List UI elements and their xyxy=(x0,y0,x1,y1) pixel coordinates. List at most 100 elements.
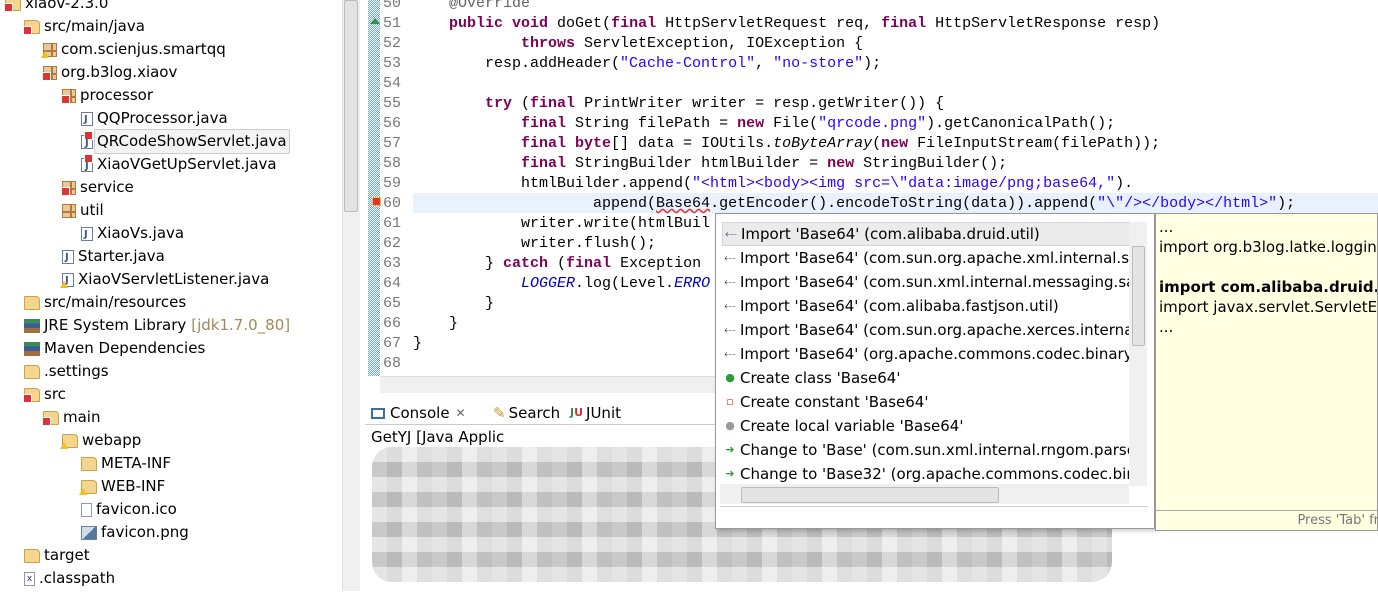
close-icon[interactable]: ✕ xyxy=(456,402,466,424)
code-line[interactable]: htmlBuilder.append("<html><body><img src… xyxy=(413,174,1133,194)
quick-fix-item[interactable]: ● Create local variable 'Base64' xyxy=(722,414,1132,438)
tree-item[interactable]: XiaoVGetUpServlet.java xyxy=(81,153,277,176)
code-line[interactable]: @Override xyxy=(413,0,530,14)
tree-item-label: favicon.ico xyxy=(96,500,177,518)
tree-item[interactable]: main xyxy=(42,406,100,429)
tree-item[interactable]: WEB-INF xyxy=(79,475,165,498)
quick-fix-label: Import 'Base64' (com.sun.org.apache.xml.… xyxy=(740,249,1132,267)
tree-item[interactable]: org.b3log.xiaov xyxy=(42,61,177,84)
create-constant-icon: ▫ xyxy=(726,395,734,408)
code-line[interactable]: } catch (final Exception xyxy=(413,254,701,274)
code-token: @Override xyxy=(413,0,531,12)
tree-item[interactable]: XiaoVServletListener.java xyxy=(60,268,269,292)
code-token: Exception xyxy=(611,255,702,272)
code-line[interactable]: try (final PrintWriter writer = resp.get… xyxy=(413,94,944,114)
tab-junit[interactable]: JU JUnit xyxy=(570,402,621,424)
line-number: 63 xyxy=(383,255,402,272)
java-file-icon xyxy=(81,108,93,131)
tree-item[interactable]: META-INF xyxy=(81,452,171,475)
tree-item-label: src/main/resources xyxy=(44,293,187,311)
tab-search[interactable]: ✎ Search xyxy=(493,402,560,424)
quick-fix-label: Import 'Base64' (com.alibaba.fastjson.ut… xyxy=(740,297,1059,315)
line-number: 51 xyxy=(383,15,402,32)
code-token: "Cache-Control" xyxy=(620,55,756,72)
tree-item[interactable]: QQProcessor.java xyxy=(81,107,228,131)
tree-item[interactable]: JRE System Library [jdk1.7.0_80] xyxy=(24,314,290,337)
folder-icon xyxy=(24,364,40,379)
tree-item[interactable]: favicon.ico xyxy=(81,498,177,521)
tree-item[interactable]: service xyxy=(61,176,134,199)
code-token: throws xyxy=(521,35,576,52)
line-number: 54 xyxy=(383,75,402,92)
import-icon: ⤎ xyxy=(724,299,736,312)
error-quickfix-icon[interactable] xyxy=(372,197,381,206)
project-icon xyxy=(4,0,21,12)
code-token: File( xyxy=(764,115,819,132)
popup-horizontal-thumb[interactable] xyxy=(741,487,999,503)
code-line[interactable]: LOGGER.log(Level.ERRO xyxy=(413,274,710,294)
tree-item[interactable]: XiaoVs.java xyxy=(81,222,184,246)
code-line[interactable]: append(Base64.getEncoder().encodeToStrin… xyxy=(413,194,1295,214)
code-line[interactable]: writer.flush(); xyxy=(413,234,656,254)
tree-item-label: src xyxy=(44,385,66,403)
code-token: final xyxy=(530,95,576,112)
tab-console[interactable]: Console ✕ xyxy=(371,402,466,424)
tree-item[interactable]: x .classpath xyxy=(24,567,115,590)
change-icon: ➜ xyxy=(725,467,735,480)
package-icon xyxy=(41,42,57,58)
quick-fix-item[interactable]: ⤎ Import 'Base64' (com.alibaba.fastjson.u… xyxy=(722,294,1132,318)
quick-fix-item[interactable]: ⤎ Import 'Base64' (com.sun.org.apache.xml… xyxy=(722,246,1132,270)
code-line[interactable]: public void doGet(final HttpServletReque… xyxy=(413,14,1160,34)
tree-item[interactable]: util xyxy=(62,199,104,222)
popup-scrollbar-thumb[interactable] xyxy=(1132,246,1145,346)
image-file-icon xyxy=(81,525,97,540)
tree-item[interactable]: src/main/java xyxy=(23,15,145,38)
quick-fix-item[interactable]: ⤎ Import 'Base64' (com.sun.org.apache.xer… xyxy=(722,318,1132,342)
code-token: "qrcode.png" xyxy=(818,115,927,132)
tree-item[interactable]: .settings xyxy=(24,360,109,383)
tree-item[interactable]: favicon.png xyxy=(81,521,189,544)
popup-status-bar xyxy=(720,506,1148,526)
quick-fix-item[interactable]: ● Create class 'Base64' xyxy=(722,366,1132,390)
code-line[interactable]: } xyxy=(413,334,422,354)
tree-item[interactable]: target xyxy=(24,544,90,567)
quick-fix-item[interactable]: ▫ Create constant 'Base64' xyxy=(722,390,1132,414)
quick-fix-item[interactable]: ⤎ Import 'Base64' (com.alibaba.druid.util… xyxy=(722,222,1132,246)
tree-item[interactable]: src xyxy=(23,383,66,406)
tree-item[interactable]: webapp xyxy=(60,429,141,452)
code-line[interactable]: final StringBuilder htmlBuilder = new St… xyxy=(413,154,1007,174)
quick-fix-item[interactable]: ➜ Change to 'Base' (com.sun.xml.internal.… xyxy=(722,438,1132,462)
code-line[interactable]: final String filePath = new File("qrcode… xyxy=(413,114,1115,134)
quick-fix-item[interactable]: ⤎ Import 'Base64' (com.sun.xml.internal.m… xyxy=(722,270,1132,294)
code-line[interactable]: } xyxy=(413,314,458,334)
code-line[interactable]: throws ServletException, IOException { xyxy=(413,34,863,54)
quick-fix-item[interactable]: ➜ Change to 'Base32' (org.apache.commons.… xyxy=(722,462,1132,486)
quick-fix-label: Import 'Base64' (com.alibaba.druid.util) xyxy=(741,225,1040,243)
tree-item[interactable]: Maven Dependencies xyxy=(24,337,205,360)
tree-item-label: xiaov-2.3.0 xyxy=(25,0,109,12)
quick-fix-item[interactable]: ⤎ Import 'Base64' (org.apache.commons.cod… xyxy=(722,342,1132,366)
code-token: .log(Level. xyxy=(575,275,675,292)
tree-item[interactable]: Starter.java xyxy=(62,245,165,269)
tree-item[interactable]: com.scienjus.smartqq xyxy=(41,38,226,61)
tab-label: Console xyxy=(390,404,450,422)
tree-item[interactable]: processor xyxy=(61,84,153,107)
code-line[interactable]: final byte[] data = IOUtils.toByteArray(… xyxy=(413,134,1160,154)
tree-item[interactable]: src/main/resources xyxy=(24,291,186,314)
tree-item-label: util xyxy=(80,201,104,219)
package-explorer-tree: xiaov-2.3.0 src/main/java com.scienjus.sma… xyxy=(0,0,342,592)
code-line[interactable]: resp.addHeader("Cache-Control", "no-stor… xyxy=(413,54,881,74)
code-line[interactable]: } xyxy=(413,294,494,314)
tree-item[interactable]: xiaov-2.3.0 xyxy=(4,0,109,15)
package-icon xyxy=(61,180,76,196)
tree-item[interactable]: QRCodeShowServlet.java xyxy=(81,129,290,154)
editor-ruler xyxy=(368,0,380,376)
source-folder-icon xyxy=(23,19,40,35)
tree-scrollbar-thumb[interactable] xyxy=(344,0,358,212)
code-line[interactable]: writer.write(htmlBuil xyxy=(413,214,710,234)
code-token: new xyxy=(881,135,909,152)
line-number: 61 xyxy=(383,215,402,232)
code-token: } xyxy=(413,295,495,312)
